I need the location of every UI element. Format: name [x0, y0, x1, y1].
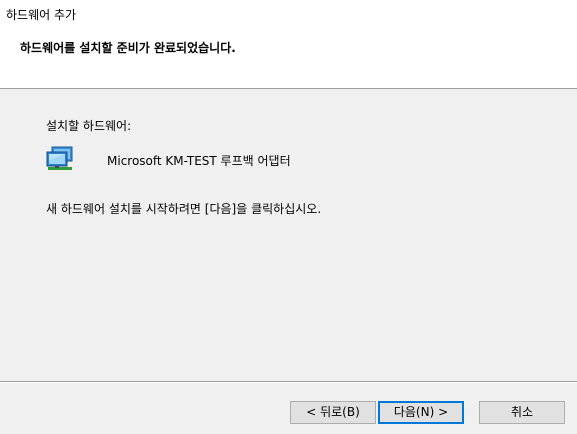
cancel-button[interactable]: 취소 [479, 401, 565, 424]
back-button[interactable]: < 뒤로(B) [290, 401, 376, 424]
device-name: Microsoft KM-TEST 루프백 어댑터 [107, 154, 291, 168]
wizard-header: 하드웨어 추가 하드웨어를 설치할 준비가 완료되었습니다. [0, 0, 577, 89]
footer-divider [0, 381, 577, 383]
network-adapter-icon [46, 146, 74, 172]
hardware-section-label: 설치할 하드웨어: [46, 119, 132, 133]
page-heading: 하드웨어를 설치할 준비가 완료되었습니다. [20, 41, 236, 55]
next-button[interactable]: 다음(N) > [378, 401, 464, 424]
hardware-device-item: Microsoft KM-TEST 루프백 어댑터 [46, 146, 526, 174]
add-hardware-wizard: 하드웨어 추가 하드웨어를 설치할 준비가 완료되었습니다. 설치할 하드웨어:… [0, 0, 577, 434]
instruction-text: 새 하드웨어 설치를 시작하려면 [다음]을 클릭하십시오. [46, 202, 322, 216]
window-title: 하드웨어 추가 [6, 8, 77, 22]
